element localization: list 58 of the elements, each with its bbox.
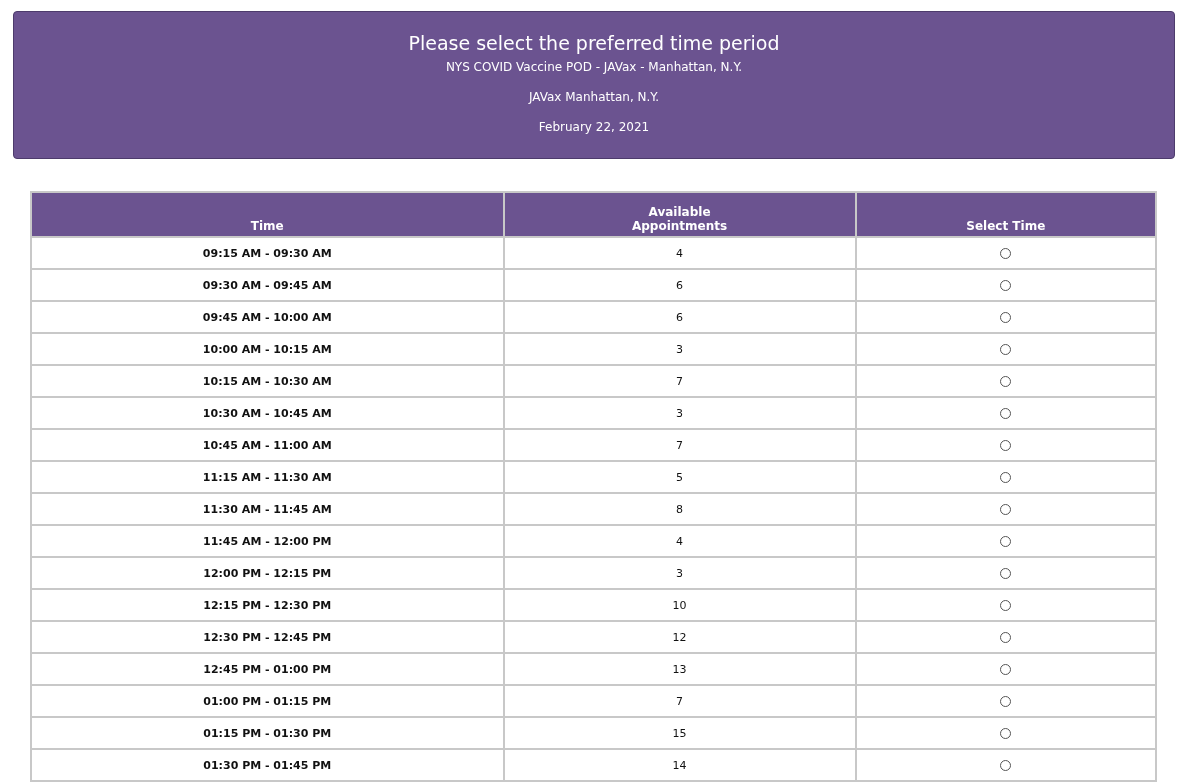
time-radio-button[interactable] (1000, 376, 1012, 387)
time-radio-button[interactable] (1000, 504, 1012, 515)
availability-cell: 4 (503, 237, 856, 269)
time-radio-button[interactable] (1000, 568, 1012, 579)
time-cell: 12:00 PM - 12:15 PM (31, 557, 504, 589)
availability-cell: 14 (503, 749, 856, 781)
time-cell: 10:45 AM - 11:00 AM (31, 429, 504, 461)
availability-cell: 10 (503, 589, 856, 621)
time-cell: 11:30 AM - 11:45 AM (31, 493, 504, 525)
availability-cell: 15 (503, 717, 856, 749)
time-radio-button[interactable] (1000, 472, 1012, 483)
column-header: Available Appointments (503, 192, 856, 237)
page-title: Please select the preferred time period (408, 32, 780, 54)
availability-cell: 3 (503, 333, 856, 365)
time-cell: 01:15 PM - 01:30 PM (31, 717, 504, 749)
time-cell: 09:30 AM - 09:45 AM (31, 269, 504, 301)
time-cell: 12:15 PM - 12:30 PM (31, 589, 504, 621)
time-radio-button[interactable] (1000, 312, 1012, 323)
availability-cell: 6 (503, 269, 856, 301)
time-radio-button[interactable] (1000, 728, 1012, 739)
availability-cell: 3 (503, 557, 856, 589)
availability-cell: 8 (503, 493, 856, 525)
time-radio-button[interactable] (1000, 536, 1012, 547)
time-cell: 12:30 PM - 12:45 PM (31, 621, 504, 653)
time-radio-button[interactable] (1000, 760, 1012, 771)
time-cell: 11:15 AM - 11:30 AM (31, 461, 504, 493)
availability-cell: 5 (503, 461, 856, 493)
header-subtitle: NYS COVID Vaccine POD - JAVax - Manhattan, N.Y. (445, 60, 743, 74)
time-radio-button[interactable] (1000, 600, 1012, 611)
availability-cell: 13 (503, 653, 856, 685)
time-radio-button[interactable] (1000, 248, 1012, 259)
column-header: Time (31, 192, 504, 237)
time-cell: 09:15 AM - 09:30 AM (31, 237, 504, 269)
time-cell: 01:30 PM - 01:45 PM (31, 749, 504, 781)
time-radio-button[interactable] (1000, 440, 1012, 451)
availability-cell: 7 (503, 365, 856, 397)
availability-cell: 7 (503, 429, 856, 461)
time-radio-button[interactable] (1000, 344, 1012, 355)
time-radio-button[interactable] (1000, 696, 1012, 707)
availability-cell: 6 (503, 301, 856, 333)
time-radio-button[interactable] (1000, 632, 1012, 643)
time-cell: 12:45 PM - 01:00 PM (31, 653, 504, 685)
time-cell: 09:45 AM - 10:00 AM (31, 301, 504, 333)
time-cell: 01:00 PM - 01:15 PM (31, 685, 504, 717)
availability-cell: 12 (503, 621, 856, 653)
availability-cell: 7 (503, 685, 856, 717)
availability-cell: 4 (503, 525, 856, 557)
time-cell: 10:30 AM - 10:45 AM (31, 397, 504, 429)
time-radio-button[interactable] (1000, 280, 1012, 291)
time-cell: 10:15 AM - 10:30 AM (31, 365, 504, 397)
column-header: Select Time (855, 192, 1156, 237)
header-subtitle: February 22, 2021 (538, 120, 650, 134)
availability-cell: 3 (503, 397, 856, 429)
time-radio-button[interactable] (1000, 408, 1012, 419)
time-radio-button[interactable] (1000, 664, 1012, 675)
time-cell: 11:45 AM - 12:00 PM (31, 525, 504, 557)
time-cell: 10:00 AM - 10:15 AM (31, 333, 504, 365)
header-subtitle: JAVax Manhattan, N.Y. (528, 90, 660, 104)
